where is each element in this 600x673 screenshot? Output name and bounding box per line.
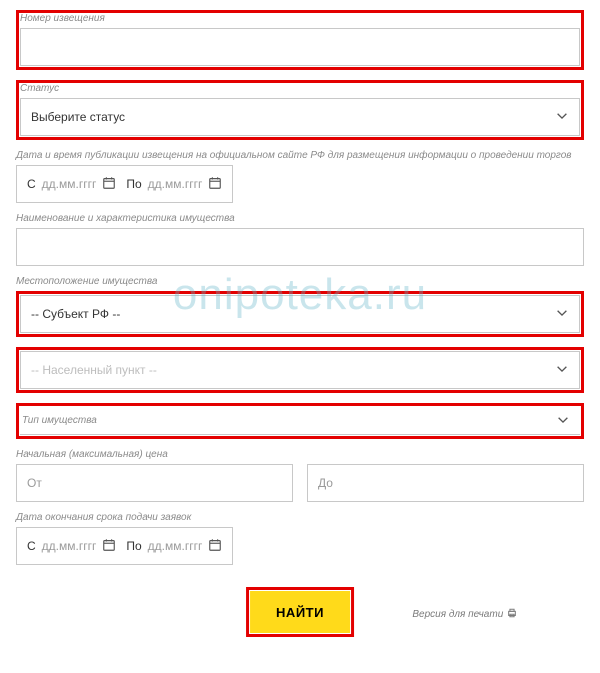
calendar-icon — [208, 176, 222, 193]
publication-date-from[interactable]: С дд.мм.гггг — [27, 176, 116, 193]
price-label: Начальная (максимальная) цена — [16, 449, 584, 460]
print-label: Версия для печати — [412, 609, 503, 620]
date-from-placeholder: дд.мм.гггг — [42, 539, 97, 553]
deadline-date-range[interactable]: С дд.мм.гггг По дд.мм.гггг — [16, 527, 233, 565]
region-placeholder: -- Субъект РФ -- — [31, 307, 120, 321]
date-to-prefix: По — [126, 177, 141, 191]
publication-date-label: Дата и время публикации извещения на офи… — [16, 150, 584, 161]
status-dropdown[interactable]: Выберите статус — [20, 98, 580, 136]
region-dropdown[interactable]: -- Субъект РФ -- — [20, 295, 580, 333]
property-name-field: Наименование и характеристика имущества — [16, 213, 584, 266]
deadline-label: Дата окончания срока подачи заявок — [16, 512, 584, 523]
status-label: Статус — [20, 83, 580, 94]
property-type-dropdown[interactable]: Тип имущества — [20, 407, 580, 435]
city-field: -- Населенный пункт -- — [16, 347, 584, 393]
price-field: Начальная (максимальная) цена — [16, 449, 584, 502]
print-link[interactable]: Версия для печати — [412, 608, 517, 621]
location-field: Местоположение имущества — [16, 276, 584, 287]
property-type-label: Тип имущества — [22, 415, 97, 426]
publication-date-to[interactable]: По дд.мм.гггг — [126, 176, 222, 193]
price-to-input[interactable] — [307, 464, 584, 502]
location-label: Местоположение имущества — [16, 276, 584, 287]
deadline-to[interactable]: По дд.мм.гггг — [126, 538, 222, 555]
deadline-field: Дата окончания срока подачи заявок С дд.… — [16, 512, 584, 565]
calendar-icon — [208, 538, 222, 555]
publication-date-field: Дата и время публикации извещения на офи… — [16, 150, 584, 203]
date-from-placeholder: дд.мм.гггг — [42, 177, 97, 191]
find-button[interactable]: НАЙТИ — [250, 591, 350, 633]
status-placeholder: Выберите статус — [31, 110, 125, 124]
date-from-prefix: С — [27, 177, 36, 191]
chevron-down-icon — [556, 412, 570, 429]
notice-number-label: Номер извещения — [20, 13, 580, 24]
submit-wrap: НАЙТИ — [246, 587, 354, 637]
date-to-placeholder: дд.мм.гггг — [148, 539, 203, 553]
property-type-field: Тип имущества — [16, 403, 584, 439]
date-to-placeholder: дд.мм.гггг — [148, 177, 203, 191]
property-name-input[interactable] — [16, 228, 584, 266]
print-icon — [507, 608, 517, 621]
chevron-down-icon — [555, 109, 569, 126]
status-field: Статус Выберите статус — [16, 80, 584, 140]
property-name-label: Наименование и характеристика имущества — [16, 213, 584, 224]
date-from-prefix: С — [27, 539, 36, 553]
city-placeholder: -- Населенный пункт -- — [31, 363, 157, 377]
region-field: -- Субъект РФ -- — [16, 291, 584, 337]
publication-date-range[interactable]: С дд.мм.гггг По дд.мм.гггг — [16, 165, 233, 203]
notice-number-input[interactable] — [20, 28, 580, 66]
calendar-icon — [102, 538, 116, 555]
chevron-down-icon — [555, 306, 569, 323]
price-from-input[interactable] — [16, 464, 293, 502]
chevron-down-icon — [555, 362, 569, 379]
date-to-prefix: По — [126, 539, 141, 553]
deadline-from[interactable]: С дд.мм.гггг — [27, 538, 116, 555]
city-dropdown[interactable]: -- Населенный пункт -- — [20, 351, 580, 389]
calendar-icon — [102, 176, 116, 193]
notice-number-field: Номер извещения — [16, 10, 584, 70]
